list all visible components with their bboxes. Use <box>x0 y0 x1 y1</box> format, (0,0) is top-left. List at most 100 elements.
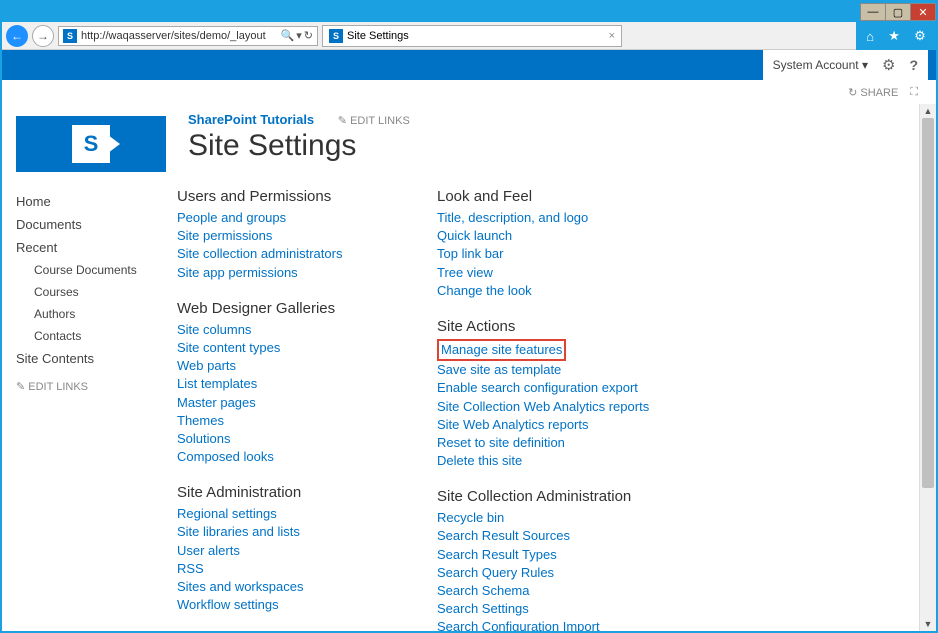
settings-link[interactable]: Solutions <box>177 430 437 448</box>
site-favicon-icon: S <box>63 29 77 43</box>
home-icon[interactable]: ⌂ <box>866 29 874 44</box>
nav-home[interactable]: Home <box>16 190 163 213</box>
refresh-icon[interactable]: ↻ <box>304 29 313 42</box>
content-wrap: Home Documents Recent Course DocumentsCo… <box>2 184 919 631</box>
settings-link[interactable]: Composed looks <box>177 448 437 466</box>
edit-links-top[interactable]: EDIT LINKS <box>338 115 410 127</box>
sharepoint-logo-icon: S <box>72 125 110 163</box>
section-site-admin: Site AdministrationRegional settingsSite… <box>177 484 437 614</box>
tools-icon[interactable]: ⚙ <box>914 28 926 44</box>
settings-link[interactable]: Reset to site definition <box>437 434 697 452</box>
settings-link[interactable]: Site columns <box>177 321 437 339</box>
url-controls: 🔍 ▾ ↻ <box>281 29 313 42</box>
settings-link[interactable]: Change the look <box>437 282 697 300</box>
settings-link[interactable]: Regional settings <box>177 505 437 523</box>
settings-link[interactable]: Themes <box>177 412 437 430</box>
account-menu[interactable]: System Account ▾ <box>773 58 868 72</box>
section-look-feel: Look and Feel Title, description, and log… <box>437 188 697 300</box>
sharepoint-subbar: ↻ SHARE ⛶ <box>2 80 936 104</box>
settings-link[interactable]: Delete this site <box>437 452 697 470</box>
tab-title: Site Settings <box>347 30 409 42</box>
settings-link[interactable]: Site collection administrators <box>177 245 437 263</box>
address-bar[interactable]: S http://waqasserver/sites/demo/_layout … <box>58 26 318 46</box>
settings-link[interactable]: Master pages <box>177 394 437 412</box>
page-title: Site Settings <box>188 129 410 163</box>
settings-link[interactable]: RSS <box>177 560 437 578</box>
site-link[interactable]: SharePoint Tutorials <box>188 112 314 127</box>
settings-link[interactable]: Site Collection Web Analytics reports <box>437 398 697 416</box>
share-button[interactable]: ↻ SHARE <box>848 86 898 99</box>
browser-right-icons: ⌂ ★ ⚙ <box>856 22 936 50</box>
settings-link[interactable]: Sites and workspaces <box>177 578 437 596</box>
section-heading: Site Collection Administration <box>437 488 697 505</box>
settings-link[interactable]: Site app permissions <box>177 264 437 282</box>
sharepoint-ribbon: System Account ▾ ⚙ ? <box>2 50 936 80</box>
nav-recent-item[interactable]: Contacts <box>16 325 163 347</box>
section-users-perms: Users and PermissionsPeople and groupsSi… <box>177 188 437 282</box>
settings-link[interactable]: Recycle bin <box>437 509 697 527</box>
ribbon-right: System Account ▾ ⚙ ? <box>763 50 928 80</box>
vertical-scrollbar[interactable]: ▲ ▼ <box>919 104 936 631</box>
section-heading: Site Actions <box>437 318 697 335</box>
section-heading: Look and Feel <box>437 188 697 205</box>
settings-link[interactable]: Title, description, and logo <box>437 209 697 227</box>
settings-link[interactable]: Search Result Types <box>437 546 697 564</box>
browser-tab[interactable]: S Site Settings × <box>322 25 622 47</box>
settings-link[interactable]: Quick launch <box>437 227 697 245</box>
settings-link[interactable]: Site libraries and lists <box>177 523 437 541</box>
forward-button[interactable]: → <box>32 25 54 47</box>
main-area: S SharePoint Tutorials EDIT LINKS Site S… <box>2 104 936 631</box>
nav-recent-item[interactable]: Course Documents <box>16 259 163 281</box>
maximize-button[interactable]: ▢ <box>885 3 911 21</box>
section-site-actions: Site Actions Manage site featuresSave sit… <box>437 318 697 470</box>
nav-documents[interactable]: Documents <box>16 213 163 236</box>
settings-link[interactable]: Enable search configuration export <box>437 379 697 397</box>
settings-link[interactable]: Workflow settings <box>177 596 437 614</box>
focus-icon[interactable]: ⛶ <box>910 86 918 99</box>
nav-recent-item[interactable]: Courses <box>16 281 163 303</box>
browser-toolbar: ← → S http://waqasserver/sites/demo/_lay… <box>2 22 936 50</box>
site-logo[interactable]: S <box>16 116 166 172</box>
settings-link[interactable]: Search Configuration Import <box>437 618 697 631</box>
favorites-icon[interactable]: ★ <box>888 28 900 44</box>
tab-close-icon[interactable]: × <box>609 30 615 42</box>
minimize-button[interactable]: — <box>860 3 886 21</box>
settings-link[interactable]: Top link bar <box>437 245 697 263</box>
settings-link[interactable]: Search Result Sources <box>437 527 697 545</box>
browser-window: — ▢ ✕ ← → S http://waqasserver/sites/dem… <box>0 0 938 633</box>
settings-link[interactable]: Search Schema <box>437 582 697 600</box>
back-button[interactable]: ← <box>6 25 28 47</box>
nav-site-contents[interactable]: Site Contents <box>16 347 163 370</box>
page-header: S SharePoint Tutorials EDIT LINKS Site S… <box>2 104 919 184</box>
section-site-collection: Site Collection Administration Recycle bi… <box>437 488 697 631</box>
settings-link[interactable]: Web parts <box>177 357 437 375</box>
settings-link[interactable]: Site content types <box>177 339 437 357</box>
settings-link[interactable]: Search Query Rules <box>437 564 697 582</box>
nav-recent-item[interactable]: Authors <box>16 303 163 325</box>
section-web-designer: Web Designer Galleries Site columnsSite c… <box>177 300 437 467</box>
settings-gear-icon[interactable]: ⚙ <box>882 56 895 74</box>
scroll-down-icon[interactable]: ▼ <box>920 617 936 631</box>
url-text: http://waqasserver/sites/demo/_layout <box>81 30 266 42</box>
settings-link[interactable]: User alerts <box>177 542 437 560</box>
settings-link[interactable]: Site Web Analytics reports <box>437 416 697 434</box>
settings-link[interactable]: Tree view <box>437 264 697 282</box>
close-button[interactable]: ✕ <box>910 3 936 21</box>
nav-recent[interactable]: Recent <box>16 236 163 259</box>
scroll-thumb[interactable] <box>922 118 934 488</box>
section-heading: Web Designer Galleries <box>177 300 437 317</box>
scroll-up-icon[interactable]: ▲ <box>920 104 936 118</box>
settings-link[interactable]: People and groups <box>177 209 437 227</box>
search-icon[interactable]: 🔍 <box>281 29 295 42</box>
dropdown-icon[interactable]: ▾ <box>296 29 302 42</box>
help-icon[interactable]: ? <box>909 57 918 73</box>
edit-links-nav[interactable]: EDIT LINKS <box>16 380 163 393</box>
left-navigation: Home Documents Recent Course DocumentsCo… <box>2 184 177 631</box>
settings-link[interactable]: List templates <box>177 375 437 393</box>
settings-link[interactable]: Search Settings <box>437 600 697 618</box>
settings-link[interactable]: Save site as template <box>437 361 697 379</box>
window-titlebar: — ▢ ✕ <box>2 2 936 22</box>
settings-link[interactable]: Site permissions <box>177 227 437 245</box>
settings-link[interactable]: Manage site features <box>437 339 697 361</box>
settings-columns: Users and PermissionsPeople and groupsSi… <box>177 184 919 631</box>
